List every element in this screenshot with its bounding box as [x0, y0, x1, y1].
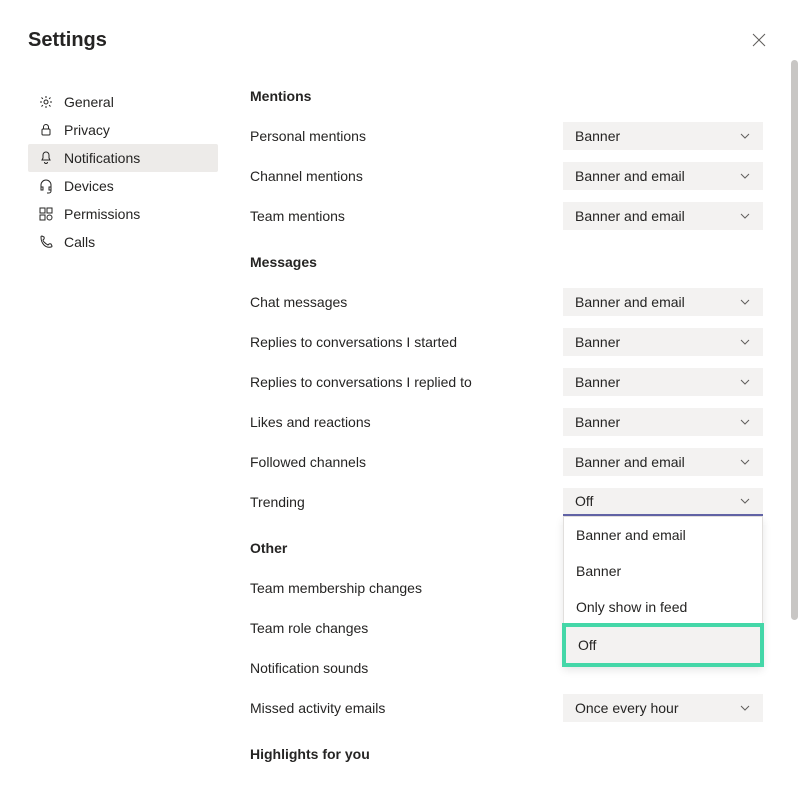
setting-label-team-membership: Team membership changes [250, 580, 422, 596]
dropdown-value: Once every hour [575, 700, 679, 716]
sidebar-item-calls[interactable]: Calls [28, 228, 218, 256]
main-content: Mentions Personal mentions Banner Channe… [250, 88, 775, 800]
close-icon [752, 33, 766, 47]
chevron-down-icon [739, 130, 751, 142]
scrollbar-thumb[interactable] [791, 60, 798, 620]
close-button[interactable] [743, 24, 775, 56]
dropdown-chat-messages[interactable]: Banner and email [563, 288, 763, 316]
sidebar-item-label: Devices [64, 178, 114, 194]
settings-title: Settings [28, 29, 107, 52]
permissions-icon [38, 206, 54, 222]
sidebar-item-privacy[interactable]: Privacy [28, 116, 218, 144]
dropdown-value: Off [575, 493, 593, 509]
sidebar-item-label: Permissions [64, 206, 140, 222]
sidebar-item-label: Notifications [64, 150, 140, 166]
chevron-down-icon [739, 376, 751, 388]
headset-icon [38, 178, 54, 194]
chevron-down-icon [739, 456, 751, 468]
dropdown-option-off[interactable]: Off [562, 623, 764, 667]
lock-icon [38, 122, 54, 138]
dropdown-option-banner-email[interactable]: Banner and email [564, 517, 762, 553]
sidebar-item-label: Privacy [64, 122, 110, 138]
scrollbar[interactable] [790, 60, 798, 796]
setting-label-trending: Trending [250, 494, 305, 510]
sidebar-item-label: General [64, 94, 114, 110]
section-messages: Messages [250, 254, 763, 270]
setting-label-team-mentions: Team mentions [250, 208, 345, 224]
sidebar-item-permissions[interactable]: Permissions [28, 200, 218, 228]
setting-label-personal-mentions: Personal mentions [250, 128, 366, 144]
dropdown-team-mentions[interactable]: Banner and email [563, 202, 763, 230]
setting-label-notification-sounds: Notification sounds [250, 660, 368, 676]
dropdown-followed-channels[interactable]: Banner and email [563, 448, 763, 476]
dropdown-value: Banner [575, 374, 620, 390]
dropdown-value: Banner [575, 128, 620, 144]
sidebar-item-notifications[interactable]: Notifications [28, 144, 218, 172]
chevron-down-icon [739, 702, 751, 714]
bell-icon [38, 150, 54, 166]
dropdown-value: Banner and email [575, 208, 685, 224]
dropdown-option-feed[interactable]: Only show in feed [564, 589, 762, 625]
dropdown-value: Banner [575, 334, 620, 350]
chevron-down-icon [739, 336, 751, 348]
gear-icon [38, 94, 54, 110]
setting-label-missed-activity: Missed activity emails [250, 700, 385, 716]
chevron-down-icon [739, 495, 751, 507]
setting-label-chat-messages: Chat messages [250, 294, 347, 310]
setting-label-team-role: Team role changes [250, 620, 368, 636]
setting-label-replies-replied: Replies to conversations I replied to [250, 374, 472, 390]
dropdown-personal-mentions[interactable]: Banner [563, 122, 763, 150]
setting-label-likes-reactions: Likes and reactions [250, 414, 371, 430]
chevron-down-icon [739, 210, 751, 222]
chevron-down-icon [739, 170, 751, 182]
dropdown-missed-activity[interactable]: Once every hour [563, 694, 763, 722]
sidebar: General Privacy Notifications Devices [28, 88, 218, 800]
dropdown-value: Banner [575, 414, 620, 430]
phone-icon [38, 234, 54, 250]
chevron-down-icon [739, 416, 751, 428]
dropdown-value: Banner and email [575, 168, 685, 184]
chevron-down-icon [739, 296, 751, 308]
dropdown-trending[interactable]: Off Banner and email Banner Only show in… [563, 488, 763, 516]
dropdown-channel-mentions[interactable]: Banner and email [563, 162, 763, 190]
sidebar-item-devices[interactable]: Devices [28, 172, 218, 200]
section-mentions: Mentions [250, 88, 763, 104]
sidebar-item-label: Calls [64, 234, 95, 250]
section-highlights: Highlights for you [250, 746, 763, 762]
dropdown-replies-replied[interactable]: Banner [563, 368, 763, 396]
dropdown-option-banner[interactable]: Banner [564, 553, 762, 589]
dropdown-likes-reactions[interactable]: Banner [563, 408, 763, 436]
sidebar-item-general[interactable]: General [28, 88, 218, 116]
setting-label-channel-mentions: Channel mentions [250, 168, 363, 184]
dropdown-value: Banner and email [575, 294, 685, 310]
dropdown-value: Banner and email [575, 454, 685, 470]
dropdown-menu: Banner and email Banner Only show in fee… [563, 516, 763, 666]
setting-label-replies-started: Replies to conversations I started [250, 334, 457, 350]
dropdown-replies-started[interactable]: Banner [563, 328, 763, 356]
setting-label-followed-channels: Followed channels [250, 454, 366, 470]
